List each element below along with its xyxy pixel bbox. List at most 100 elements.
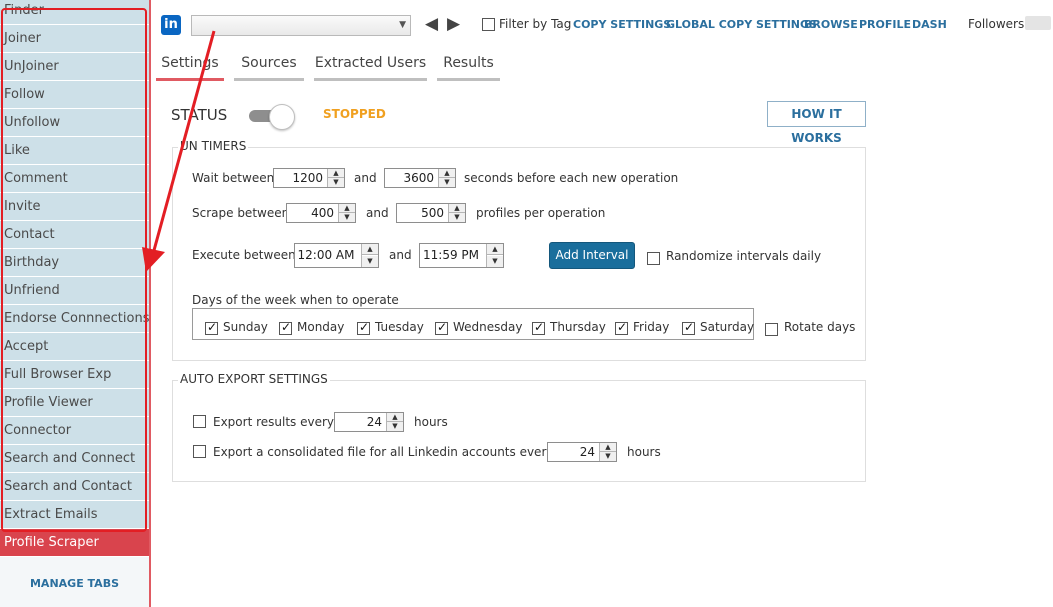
sidebar-item-unfollow[interactable]: Unfollow — [0, 109, 149, 137]
sidebar-item-like[interactable]: Like — [0, 137, 149, 165]
execute-start-stepper[interactable]: 12:00 AM ▲ ▼ — [294, 243, 379, 268]
sidebar-item-joiner[interactable]: Joiner — [0, 25, 149, 53]
status-value: STOPPED — [323, 107, 386, 121]
stepper-up-icon[interactable]: ▲ — [487, 244, 503, 255]
back-arrow-icon[interactable]: ◀ — [425, 14, 438, 34]
day-checkbox-sunday[interactable] — [205, 320, 218, 335]
sidebar-item-profile-viewer[interactable]: Profile Viewer — [0, 389, 149, 417]
dash-link[interactable]: DASH — [912, 18, 947, 31]
tab-results[interactable]: Results — [437, 55, 500, 81]
global-copy-settings-link[interactable]: GLOBAL COPY SETTINGS — [666, 18, 817, 31]
sidebar-item-connector[interactable]: Connector — [0, 417, 149, 445]
stepper-arrows: ▲ ▼ — [438, 169, 455, 187]
day-checkbox-saturday[interactable] — [682, 320, 695, 335]
consolidated-checkbox[interactable] — [193, 445, 206, 458]
scrape-between-label: Scrape between — [192, 206, 290, 220]
stepper-down-icon[interactable]: ▼ — [328, 178, 344, 187]
scrape-suffix-label: profiles per operation — [476, 206, 606, 220]
wait-min-stepper[interactable]: 1200 ▲ ▼ — [273, 168, 345, 188]
app-window: Finder Joiner UnJoiner Follow Unfollow L… — [0, 0, 1053, 607]
tab-sources[interactable]: Sources — [234, 55, 304, 81]
stepper-arrows: ▲ ▼ — [486, 244, 503, 267]
consolidated-stepper[interactable]: 24 ▲ ▼ — [547, 442, 617, 462]
stepper-up-icon[interactable]: ▲ — [362, 244, 378, 255]
forward-arrow-icon[interactable]: ▶ — [447, 14, 460, 34]
stepper-up-icon[interactable]: ▲ — [439, 169, 455, 178]
day-checkbox-friday[interactable] — [615, 320, 628, 335]
stepper-down-icon[interactable]: ▼ — [449, 213, 465, 222]
consolidated-unit: hours — [627, 445, 661, 459]
how-it-works-button[interactable]: HOW IT WORKS — [767, 101, 866, 145]
sidebar-item-accept[interactable]: Accept — [0, 333, 149, 361]
sidebar-item-search-and-connect[interactable]: Search and Connect — [0, 445, 149, 473]
stepper-down-icon[interactable]: ▼ — [600, 452, 616, 461]
stepper-arrows: ▲ ▼ — [599, 443, 616, 461]
filter-by-tag-checkbox[interactable] — [482, 18, 495, 31]
export-every-checkbox[interactable] — [193, 415, 206, 428]
account-select[interactable]: ▼ — [191, 15, 411, 36]
stepper-up-icon[interactable]: ▲ — [449, 204, 465, 213]
days-label: Days of the week when to operate — [192, 293, 399, 307]
sidebar-item-invite[interactable]: Invite — [0, 193, 149, 221]
stepper-up-icon[interactable]: ▲ — [328, 169, 344, 178]
day-label-tuesday: Tuesday — [375, 320, 424, 334]
wait-between-label: Wait between — [192, 171, 275, 185]
randomize-checkbox[interactable] — [647, 252, 660, 265]
sidebar-item-search-and-contact[interactable]: Search and Contact — [0, 473, 149, 501]
sidebar-item-birthday[interactable]: Birthday — [0, 249, 149, 277]
day-label-sunday: Sunday — [223, 320, 268, 334]
stepper-up-icon[interactable]: ▲ — [600, 443, 616, 452]
stepper-down-icon[interactable]: ▼ — [387, 422, 403, 431]
scrape-min-value: 400 — [311, 206, 334, 220]
sidebar-item-endorse-connections[interactable]: Endorse Connnections — [0, 305, 149, 333]
sidebar-item-unfriend[interactable]: Unfriend — [0, 277, 149, 305]
stepper-up-icon[interactable]: ▲ — [339, 204, 355, 213]
sidebar-item-extract-emails[interactable]: Extract Emails — [0, 501, 149, 529]
day-checkbox-thursday[interactable] — [532, 320, 545, 335]
execute-end-stepper[interactable]: 11:59 PM ▲ ▼ — [419, 243, 504, 268]
stepper-down-icon[interactable]: ▼ — [339, 213, 355, 222]
execute-end-value: 11:59 PM — [423, 248, 479, 262]
execute-and-label: and — [389, 248, 412, 262]
tab-settings[interactable]: Settings — [156, 55, 224, 81]
stepper-up-icon[interactable]: ▲ — [387, 413, 403, 422]
sidebar: Finder Joiner UnJoiner Follow Unfollow L… — [0, 0, 151, 607]
profile-link[interactable]: PROFILE — [859, 18, 911, 31]
wait-and-label: and — [354, 171, 377, 185]
sidebar-item-follow[interactable]: Follow — [0, 81, 149, 109]
day-label-saturday: Saturday — [700, 320, 755, 334]
rotate-days-label: Rotate days — [784, 320, 856, 334]
scrape-max-stepper[interactable]: 500 ▲ ▼ — [396, 203, 466, 223]
status-toggle[interactable] — [249, 104, 295, 130]
day-checkbox-monday[interactable] — [279, 320, 292, 335]
sidebar-list: Finder Joiner UnJoiner Follow Unfollow L… — [0, 0, 149, 557]
sidebar-item-unjoiner[interactable]: UnJoiner — [0, 53, 149, 81]
wait-max-stepper[interactable]: 3600 ▲ ▼ — [384, 168, 456, 188]
rotate-days-checkbox[interactable] — [765, 323, 778, 336]
day-checkbox-wednesday[interactable] — [435, 320, 448, 335]
linkedin-logo-icon: in — [161, 15, 181, 35]
day-label-thursday: Thursday — [550, 320, 606, 334]
manage-tabs-link[interactable]: MANAGE TABS — [0, 577, 149, 590]
stepper-down-icon[interactable]: ▼ — [487, 256, 503, 267]
randomize-label: Randomize intervals daily — [666, 249, 822, 263]
followers-count-redacted — [1025, 16, 1051, 30]
sidebar-item-full-browser-exp[interactable]: Full Browser Exp — [0, 361, 149, 389]
stepper-down-icon[interactable]: ▼ — [439, 178, 455, 187]
sidebar-item-profile-scraper[interactable]: Profile Scraper — [0, 529, 149, 557]
scrape-min-stepper[interactable]: 400 ▲ ▼ — [286, 203, 356, 223]
wait-max-value: 3600 — [403, 171, 434, 185]
day-checkbox-tuesday[interactable] — [357, 320, 370, 335]
sidebar-item-contact[interactable]: Contact — [0, 221, 149, 249]
day-label-monday: Monday — [297, 320, 345, 334]
copy-settings-link[interactable]: COPY SETTINGS — [573, 18, 671, 31]
add-interval-button[interactable]: Add Interval — [549, 242, 635, 269]
stepper-down-icon[interactable]: ▼ — [362, 256, 378, 267]
tab-extracted-users[interactable]: Extracted Users — [314, 55, 427, 81]
export-every-stepper[interactable]: 24 ▲ ▼ — [334, 412, 404, 432]
stepper-arrows: ▲ ▼ — [448, 204, 465, 222]
sidebar-item-finder[interactable]: Finder — [0, 0, 149, 25]
export-every-unit: hours — [414, 415, 448, 429]
browse-link[interactable]: BROWSE — [804, 18, 858, 31]
sidebar-item-comment[interactable]: Comment — [0, 165, 149, 193]
